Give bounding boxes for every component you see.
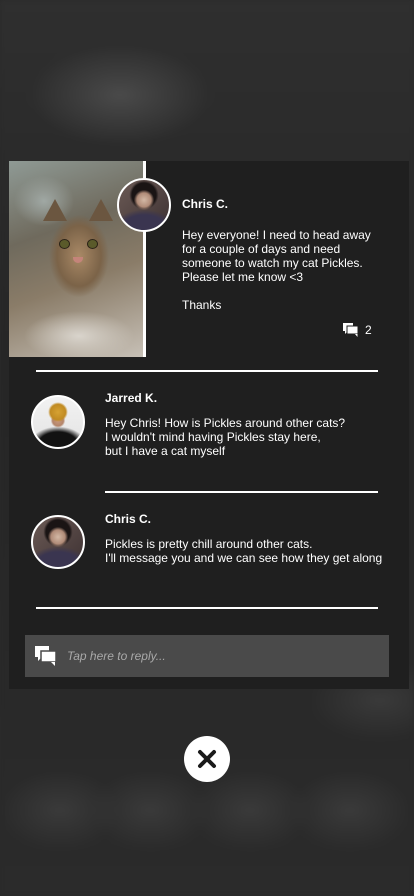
comment-count[interactable]: 2 (343, 323, 372, 337)
post-modal: Chris C. Hey everyone! I need to head aw… (9, 161, 409, 689)
reply-body: Pickles is pretty chill around other cat… (105, 537, 383, 565)
reply-author-avatar[interactable] (31, 395, 85, 449)
divider (105, 491, 378, 493)
close-icon (198, 750, 216, 768)
reply-bar[interactable] (25, 635, 389, 677)
post-author-avatar[interactable] (117, 178, 171, 232)
reply-input[interactable] (67, 649, 389, 663)
post-body: Hey everyone! I need to head away for a … (182, 228, 371, 312)
post-author-name[interactable]: Chris C. (182, 197, 228, 211)
reply-body: Hey Chris! How is Pickles around other c… (105, 416, 346, 458)
close-button[interactable] (184, 736, 230, 782)
comments-icon (343, 323, 359, 337)
divider (36, 607, 378, 609)
reply-author-name[interactable]: Jarred K. (105, 391, 157, 405)
reply-author-avatar[interactable] (31, 515, 85, 569)
divider (36, 370, 378, 372)
reply-author-name[interactable]: Chris C. (105, 512, 151, 526)
comments-icon (35, 646, 57, 666)
comment-count-label: 2 (365, 323, 372, 337)
